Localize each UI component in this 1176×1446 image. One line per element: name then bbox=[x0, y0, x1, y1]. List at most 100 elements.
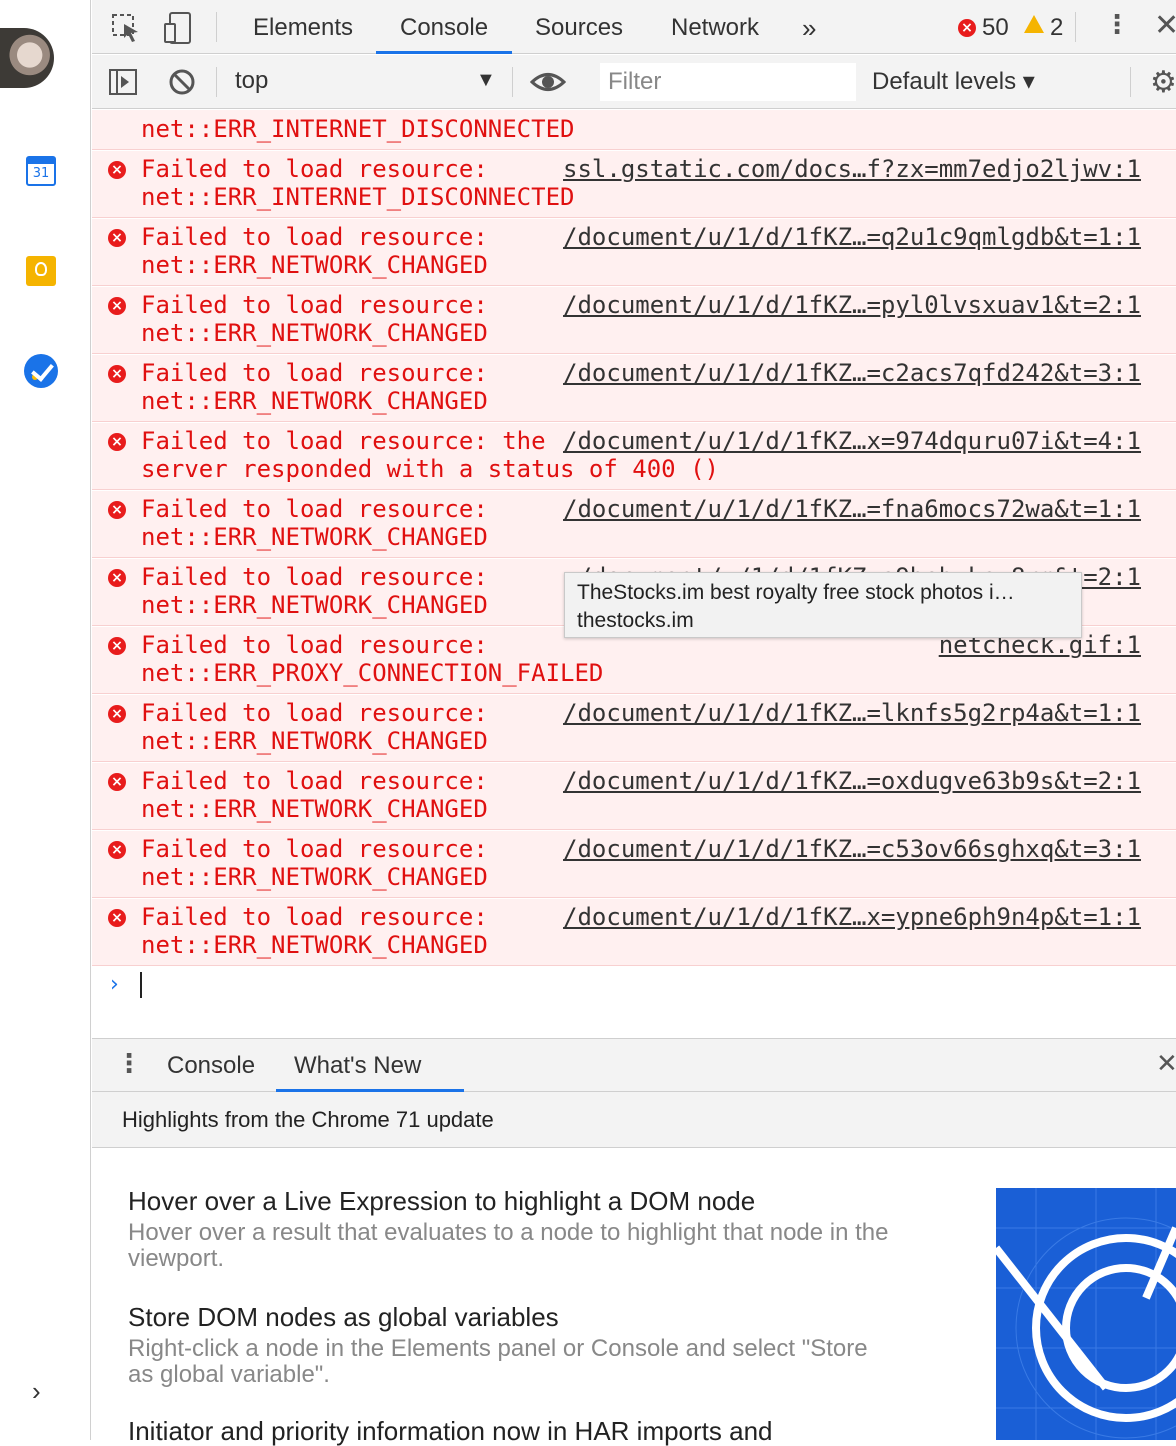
device-toolbar-icon[interactable] bbox=[162, 10, 194, 46]
error-icon: × bbox=[108, 365, 126, 383]
error-code-text: server responded with a status of 400 () bbox=[141, 455, 719, 483]
console-error-message[interactable]: net::ERR_INTERNET_DISCONNECTED bbox=[92, 110, 1176, 150]
source-link[interactable]: /document/u/1/d/1fKZ…=pyl0lvsxuav1&t=2:1 bbox=[563, 291, 1141, 319]
error-code-text: net::ERR_NETWORK_CHANGED bbox=[141, 319, 488, 347]
live-expression-eye-icon[interactable] bbox=[530, 69, 566, 95]
drawer-tab-whats-new[interactable]: What's New ✕ bbox=[276, 1039, 464, 1133]
error-message-text: Failed to load resource: bbox=[141, 563, 503, 591]
error-code-text: net::ERR_INTERNET_DISCONNECTED bbox=[141, 183, 575, 211]
error-code-text: net::ERR_NETWORK_CHANGED bbox=[141, 523, 488, 551]
log-levels-dropdown[interactable]: Default levels ▾ bbox=[872, 67, 1035, 96]
filter-input[interactable]: Filter bbox=[600, 63, 856, 101]
error-icon: × bbox=[958, 19, 976, 37]
feature-title[interactable]: Store DOM nodes as global variables bbox=[128, 1302, 898, 1332]
more-tabs-icon[interactable]: » bbox=[802, 0, 816, 54]
source-link[interactable]: /document/u/1/d/1fKZ…=fna6mocs72wa&t=1:1 bbox=[563, 495, 1141, 523]
error-icon: × bbox=[108, 773, 126, 791]
drawer-menu-icon[interactable]: ⋮ bbox=[116, 1049, 142, 1079]
error-code-text: net::ERR_NETWORK_CHANGED bbox=[141, 931, 488, 959]
tab-sources[interactable]: Sources bbox=[535, 0, 623, 54]
console-error-message[interactable]: × Failed to load resource: net::ERR_NETWO… bbox=[92, 219, 1176, 286]
error-message-text: Failed to load resource: bbox=[141, 291, 503, 319]
tab-network[interactable]: Network bbox=[671, 0, 759, 54]
clear-console-icon[interactable] bbox=[168, 68, 196, 96]
error-icon: × bbox=[108, 433, 126, 451]
sidebar-toggle-icon[interactable] bbox=[108, 68, 138, 96]
error-message-text: Failed to load resource: the bbox=[141, 427, 546, 455]
console-error-message[interactable]: × Failed to load resource: net::ERR_NETWO… bbox=[92, 695, 1176, 762]
close-devtools-icon[interactable]: ✕ bbox=[1154, 8, 1176, 43]
kebab-menu-icon[interactable]: ⋮ bbox=[1104, 10, 1130, 40]
feature-title[interactable]: Initiator and priority information now i… bbox=[128, 1416, 898, 1446]
devtools-main-toolbar: Elements Console Sources Network » × 50 2… bbox=[92, 0, 1176, 54]
feature-description: Hover over a result that evaluates to a … bbox=[128, 1219, 889, 1272]
console-error-message[interactable]: × Failed to load resource: net::ERR_NETWO… bbox=[92, 355, 1176, 422]
console-error-message[interactable]: × Failed to load resource: net::ERR_NETWO… bbox=[92, 831, 1176, 898]
error-message-text: Failed to load resource: bbox=[141, 767, 503, 795]
error-code-text: net::ERR_NETWORK_CHANGED bbox=[141, 251, 488, 279]
chevron-down-icon[interactable]: ▼ bbox=[476, 69, 496, 92]
source-link[interactable]: /document/u/1/d/1fKZ…x=ypne6ph9n4p&t=1:1 bbox=[563, 903, 1141, 931]
error-message-text: Failed to load resource: bbox=[141, 155, 503, 183]
whats-new-header: Highlights from the Chrome 71 update bbox=[92, 1092, 1176, 1148]
error-icon: × bbox=[108, 705, 126, 723]
error-icon: × bbox=[108, 501, 126, 519]
source-link[interactable]: /document/u/1/d/1fKZ…=c53ov66sghxq&t=3:1 bbox=[563, 835, 1141, 863]
error-icon: × bbox=[108, 909, 126, 927]
app-sidebar: 31 › bbox=[0, 0, 91, 1440]
tab-console[interactable]: Console bbox=[376, 0, 512, 54]
calendar-icon[interactable]: 31 bbox=[26, 156, 56, 186]
feature-title[interactable]: Hover over a Live Expression to highligh… bbox=[128, 1186, 898, 1216]
source-link[interactable]: /document/u/1/d/1fKZ…=lknfs5g2rp4a&t=1:1 bbox=[563, 699, 1141, 727]
error-code-text: net::ERR_NETWORK_CHANGED bbox=[141, 727, 488, 755]
keep-icon[interactable] bbox=[26, 256, 56, 286]
error-message-text: Failed to load resource: bbox=[141, 835, 503, 863]
error-message-text: Failed to load resource: bbox=[141, 223, 503, 251]
console-error-message[interactable]: × Failed to load resource: the server resp… bbox=[92, 423, 1176, 490]
error-message-text: Failed to load resource: bbox=[141, 495, 503, 523]
drawer-tabbar: ⋮ Console What's New ✕ ✕ bbox=[92, 1038, 1176, 1133]
feature-item: Initiator and priority information now i… bbox=[128, 1416, 898, 1446]
tasks-icon[interactable] bbox=[24, 354, 58, 388]
source-link[interactable]: /document/u/1/d/1fKZ…=q2u1c9qmlgdb&t=1:1 bbox=[563, 223, 1141, 251]
error-icon: × bbox=[108, 637, 126, 655]
error-code-text: net::ERR_PROXY_CONNECTION_FAILED bbox=[141, 659, 604, 687]
error-message-text: Failed to load resource: bbox=[141, 903, 503, 931]
source-link[interactable]: /document/u/1/d/1fKZ…=oxdugve63b9s&t=2:1 bbox=[563, 767, 1141, 795]
error-icon: × bbox=[108, 297, 126, 315]
error-code-text: net::ERR_NETWORK_CHANGED bbox=[141, 387, 488, 415]
calendar-day: 31 bbox=[32, 166, 50, 181]
warning-icon bbox=[1024, 15, 1044, 33]
console-error-message[interactable]: × Failed to load resource: net::ERR_INTER… bbox=[92, 151, 1176, 218]
drawer-tab-console[interactable]: Console bbox=[167, 1039, 255, 1092]
context-selector[interactable]: top bbox=[235, 67, 268, 95]
console-error-message[interactable]: × Failed to load resource: net::ERR_NETWO… bbox=[92, 763, 1176, 830]
console-error-message[interactable]: × Failed to load resource: net::ERR_NETWO… bbox=[92, 287, 1176, 354]
log-levels-label: Default levels bbox=[872, 68, 1017, 95]
inspect-element-icon[interactable] bbox=[110, 12, 142, 44]
tab-elements[interactable]: Elements bbox=[253, 0, 353, 54]
source-link[interactable]: ssl.gstatic.com/docs…f?zx=mm7edjo2ljwv:1 bbox=[563, 155, 1141, 183]
feature-description: Right-click a node in the Elements panel… bbox=[128, 1335, 868, 1388]
error-message-text: Failed to load resource: bbox=[141, 631, 503, 659]
warning-counter[interactable]: 2 bbox=[1024, 14, 1063, 42]
error-code-text: net::ERR_NETWORK_CHANGED bbox=[141, 863, 488, 891]
tooltip-url: thestocks.im bbox=[577, 609, 694, 632]
feature-item: Store DOM nodes as global variables Righ… bbox=[128, 1302, 898, 1388]
source-link[interactable]: /document/u/1/d/1fKZ…x=974dquru07i&t=4:1 bbox=[563, 427, 1141, 455]
console-input[interactable] bbox=[140, 972, 142, 998]
console-prompt-icon: › bbox=[110, 972, 119, 997]
gear-icon[interactable]: ⚙ bbox=[1150, 65, 1176, 100]
chevron-right-icon[interactable]: › bbox=[32, 1376, 41, 1407]
tooltip-title: TheStocks.im best royalty free stock pho… bbox=[577, 581, 1015, 604]
error-counter[interactable]: × 50 bbox=[958, 14, 1009, 42]
close-drawer-icon[interactable]: ✕ bbox=[1156, 1049, 1176, 1079]
chrome-71-promo-image bbox=[996, 1188, 1176, 1440]
error-count: 50 bbox=[982, 14, 1009, 41]
source-link[interactable]: /document/u/1/d/1fKZ…=c2acs7qfd242&t=3:1 bbox=[563, 359, 1141, 387]
error-code-text: net::ERR_INTERNET_DISCONNECTED bbox=[141, 115, 575, 143]
avatar[interactable] bbox=[0, 28, 54, 88]
console-error-message[interactable]: × Failed to load resource: net::ERR_NETWO… bbox=[92, 491, 1176, 558]
console-error-message[interactable]: × Failed to load resource: net::ERR_NETWO… bbox=[92, 899, 1176, 966]
error-icon: × bbox=[108, 841, 126, 859]
